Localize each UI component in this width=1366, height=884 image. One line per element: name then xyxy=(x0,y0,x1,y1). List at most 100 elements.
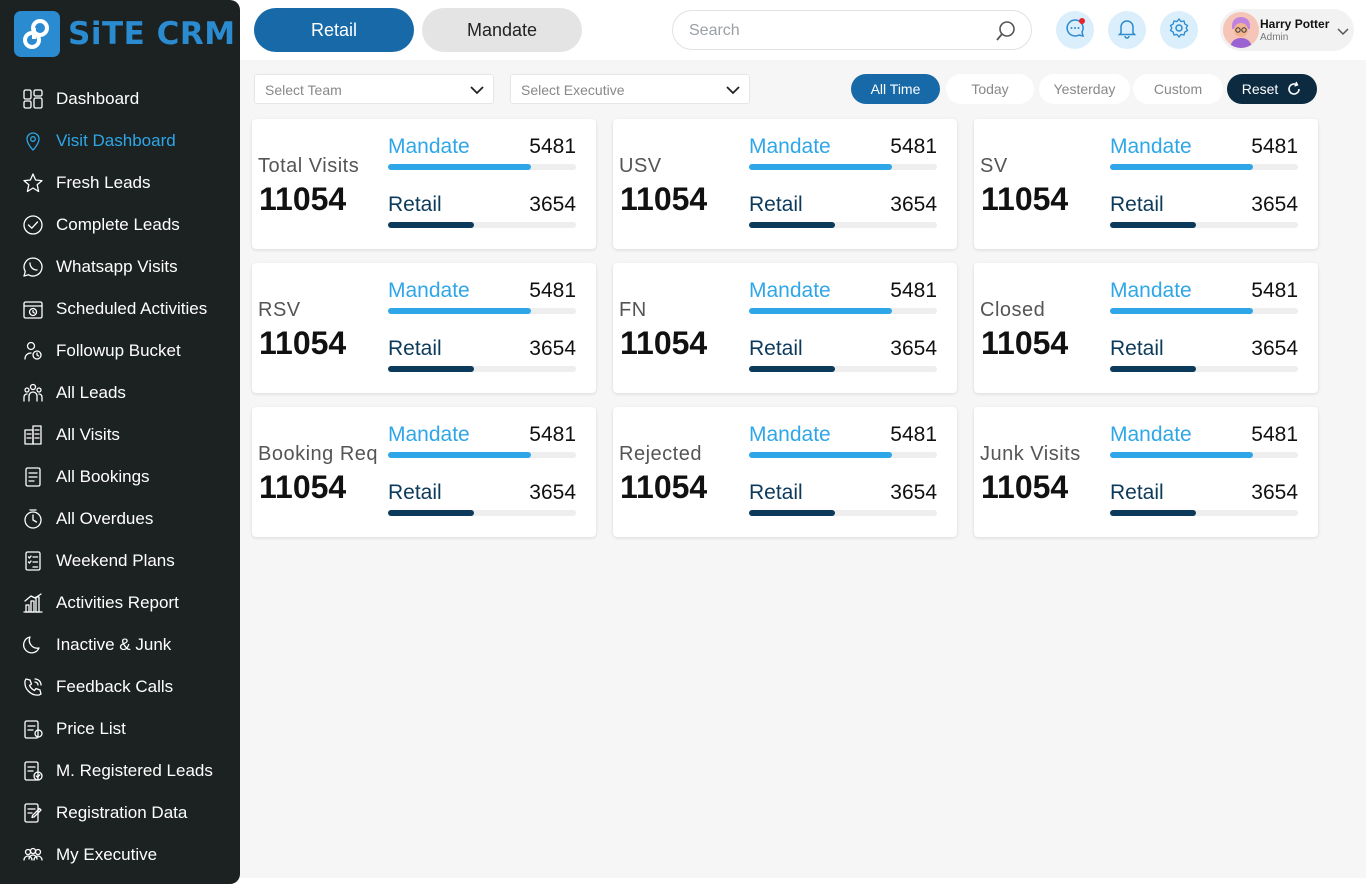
sidebar-item-all-visits[interactable]: All Visits xyxy=(0,414,240,456)
dashboard-grid-icon xyxy=(22,88,44,110)
range-yesterday-button[interactable]: Yesterday xyxy=(1039,74,1130,104)
sidebar-item-m-registered-leads[interactable]: M. Registered Leads xyxy=(0,750,240,792)
sidebar-item-feedback-calls[interactable]: Feedback Calls xyxy=(0,666,240,708)
sidebar-item-activities-report[interactable]: Activities Report xyxy=(0,582,240,624)
tab-mandate[interactable]: Mandate xyxy=(422,8,582,52)
brand-name: SiTE CRM xyxy=(68,16,236,52)
sidebar-item-all-bookings[interactable]: All Bookings xyxy=(0,456,240,498)
sidebar-item-label: Activities Report xyxy=(56,593,179,612)
mandate-label: Mandate xyxy=(1110,279,1192,302)
sidebar-item-label: M. Registered Leads xyxy=(56,761,213,780)
stat-card-closed[interactable]: Closed 11054 Mandate 5481 Retail 3654 xyxy=(974,263,1318,393)
mandate-progress-bar xyxy=(749,452,892,458)
retail-progress-track xyxy=(388,222,576,228)
retail-progress-track xyxy=(1110,222,1298,228)
sidebar-item-label: Complete Leads xyxy=(56,215,180,234)
mandate-progress-track xyxy=(1110,452,1298,458)
mandate-progress-track xyxy=(388,452,576,458)
checklist-icon xyxy=(22,550,44,572)
mandate-progress-track xyxy=(388,164,576,170)
sidebar-item-price-list[interactable]: Price List xyxy=(0,708,240,750)
sidebar-item-scheduled-activities[interactable]: Scheduled Activities xyxy=(0,288,240,330)
stat-card-total: 11054 xyxy=(620,325,708,361)
mandate-label: Mandate xyxy=(1110,423,1192,446)
chat-button[interactable] xyxy=(1056,11,1094,49)
mandate-label: Mandate xyxy=(1110,135,1192,158)
followup-person-icon xyxy=(22,340,44,362)
sidebar-item-weekend-plans[interactable]: Weekend Plans xyxy=(0,540,240,582)
stat-card-rejected[interactable]: Rejected 11054 Mandate 5481 Retail 3654 xyxy=(613,407,957,537)
sidebar-item-my-executive[interactable]: My Executive xyxy=(0,834,240,876)
retail-label: Retail xyxy=(749,193,803,216)
stat-card-title: SV xyxy=(980,155,1008,177)
whatsapp-icon xyxy=(22,256,44,278)
stat-card-total: 11054 xyxy=(620,181,708,217)
mandate-progress-track xyxy=(1110,308,1298,314)
stat-card-fn[interactable]: FN 11054 Mandate 5481 Retail 3654 xyxy=(613,263,957,393)
stat-card-title: Closed xyxy=(980,299,1046,321)
sidebar-item-followup-bucket[interactable]: Followup Bucket xyxy=(0,330,240,372)
mandate-progress-bar xyxy=(1110,164,1253,170)
location-pin-icon xyxy=(22,130,44,152)
sidebar-item-whatsapp-visits[interactable]: Whatsapp Visits xyxy=(0,246,240,288)
search-input[interactable] xyxy=(689,20,979,42)
stat-card-rsv[interactable]: RSV 11054 Mandate 5481 Retail 3654 xyxy=(252,263,596,393)
settings-button[interactable] xyxy=(1160,11,1198,49)
sidebar-item-all-leads[interactable]: All Leads xyxy=(0,372,240,414)
stat-card-title: Junk Visits xyxy=(980,443,1081,465)
sidebar-item-all-overdues[interactable]: All Overdues xyxy=(0,498,240,540)
retail-progress-track xyxy=(749,222,937,228)
stat-card-total: 11054 xyxy=(259,181,347,217)
select-executive-dropdown[interactable]: Select Executive xyxy=(510,74,750,104)
sidebar-item-label: Price List xyxy=(56,719,126,738)
stat-card-sv[interactable]: SV 11054 Mandate 5481 Retail 3654 xyxy=(974,119,1318,249)
retail-value: 3654 xyxy=(529,193,576,216)
mandate-progress-track xyxy=(1110,164,1298,170)
retail-value: 3654 xyxy=(1251,481,1298,504)
brand-logo[interactable]: SiTE CRM xyxy=(14,11,236,57)
star-icon xyxy=(22,172,44,194)
stat-card-booking-req[interactable]: Booking Req 11054 Mandate 5481 Retail 3654 xyxy=(252,407,596,537)
team-icon xyxy=(22,844,44,866)
notifications-button[interactable] xyxy=(1108,11,1146,49)
retail-progress-bar xyxy=(388,366,474,372)
sidebar-item-complete-leads[interactable]: Complete Leads xyxy=(0,204,240,246)
sidebar-item-dashboard[interactable]: Dashboard xyxy=(0,78,240,120)
reset-button[interactable]: Reset xyxy=(1227,74,1317,104)
mandate-progress-track xyxy=(749,164,937,170)
stat-card-junk-visits[interactable]: Junk Visits 11054 Mandate 5481 Retail 3654 xyxy=(974,407,1318,537)
sidebar-item-registration-data[interactable]: Registration Data xyxy=(0,792,240,834)
retail-progress-bar xyxy=(749,366,835,372)
range-today-button[interactable]: Today xyxy=(946,74,1034,104)
mandate-progress-track xyxy=(749,308,937,314)
reset-label: Reset xyxy=(1241,81,1279,97)
stat-card-usv[interactable]: USV 11054 Mandate 5481 Retail 3654 xyxy=(613,119,957,249)
check-circle-icon xyxy=(22,214,44,236)
phone-icon xyxy=(22,676,44,698)
sidebar-item-fresh-leads[interactable]: Fresh Leads xyxy=(0,162,240,204)
mandate-progress-bar xyxy=(388,164,531,170)
mandate-label: Mandate xyxy=(388,279,470,302)
range-all-time-button[interactable]: All Time xyxy=(851,74,940,104)
mandate-value: 5481 xyxy=(1251,279,1298,302)
range-custom-button[interactable]: Custom xyxy=(1133,74,1223,104)
stat-card-total-visits[interactable]: Total Visits 11054 Mandate 5481 Retail 3654 xyxy=(252,119,596,249)
sidebar-item-inactive-junk[interactable]: Inactive & Junk xyxy=(0,624,240,666)
stat-card-title: Rejected xyxy=(619,443,702,465)
search-icon[interactable] xyxy=(995,20,1017,47)
sidebar-item-visit-dashboard[interactable]: Visit Dashboard xyxy=(0,120,240,162)
mandate-value: 5481 xyxy=(529,279,576,302)
sidebar-item-label: Registration Data xyxy=(56,803,188,822)
retail-progress-track xyxy=(1110,366,1298,372)
mandate-value: 5481 xyxy=(890,135,937,158)
sidebar-nav: Dashboard Visit Dashboard Fresh Leads Compl… xyxy=(0,78,240,876)
user-profile-menu[interactable]: Harry Potter Admin xyxy=(1220,9,1354,51)
select-team-dropdown[interactable]: Select Team xyxy=(254,74,494,104)
tab-retail[interactable]: Retail xyxy=(254,8,414,52)
stat-card-total: 11054 xyxy=(981,469,1069,505)
mandate-value: 5481 xyxy=(529,423,576,446)
mandate-progress-track xyxy=(388,308,576,314)
moon-icon xyxy=(22,634,44,656)
stat-card-title: Total Visits xyxy=(258,155,360,177)
retail-progress-bar xyxy=(1110,510,1196,516)
